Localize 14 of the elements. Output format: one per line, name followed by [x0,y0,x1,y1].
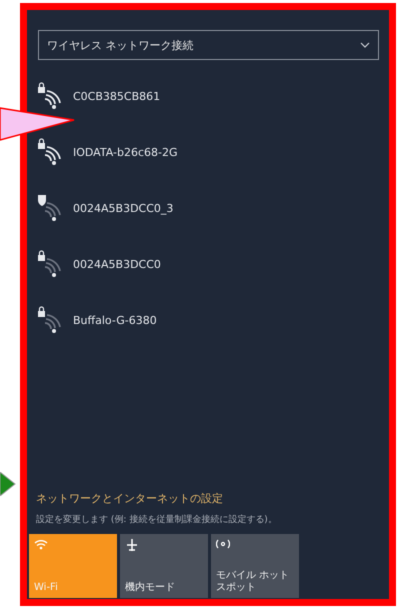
adapter-dropdown[interactable]: ワイヤレス ネットワーク接続 [38,30,379,60]
chevron-down-icon [360,42,370,48]
hotspot-icon [216,538,230,550]
network-item[interactable]: Buffalo-G-6380 [27,292,389,348]
arrow-pointer [0,472,16,496]
wifi-icon [34,538,48,550]
settings-link[interactable]: ネットワークとインターネットの設定 [36,491,389,506]
quick-action-tile[interactable]: モバイル ホットスポット [211,534,299,598]
network-item[interactable]: 0024A5B3DCC0 [27,236,389,292]
network-item[interactable]: C0CB385CB861 [27,68,389,124]
settings-description: 設定を変更します (例: 接続を従量制課金接続に設定する)。 [36,514,278,526]
network-item[interactable]: IODATA-b26c68-2G [27,124,389,180]
network-item[interactable]: 0024A5B3DCC0_3 [27,180,389,236]
quick-action-tile[interactable]: 機内モード [120,534,208,598]
